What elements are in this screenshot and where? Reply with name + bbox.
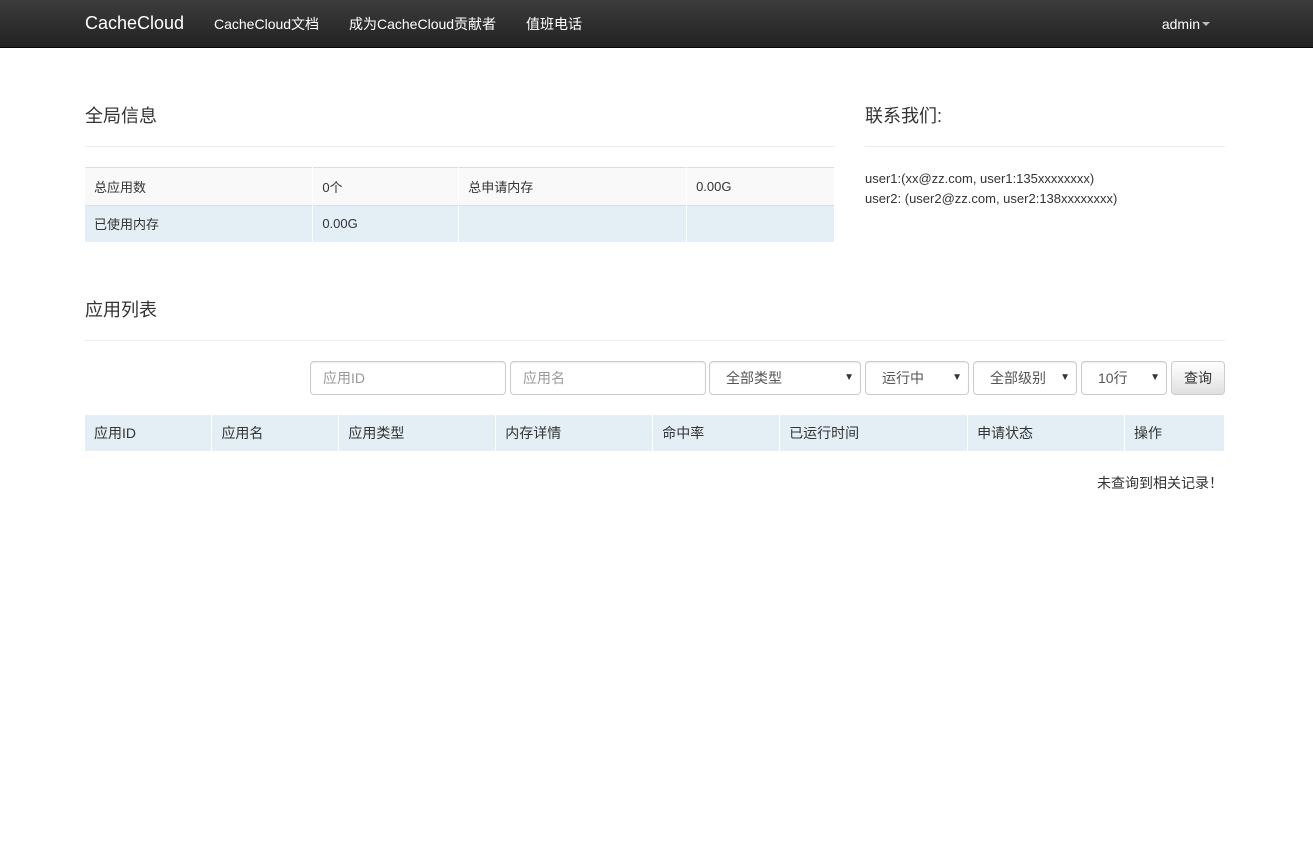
dropdown-arrow-icon: ▼ <box>1060 372 1070 383</box>
nav-link-oncall-phone[interactable]: 值班电话 <box>526 15 582 33</box>
table-row: 已使用内存 0.00G <box>85 205 835 242</box>
app-id-input[interactable] <box>310 361 506 395</box>
app-name-input[interactable] <box>510 361 706 395</box>
table-header-row: 应用ID 应用名 应用类型 内存详情 命中率 已运行时间 申请状态 操作 <box>85 415 1226 451</box>
chevron-down-icon <box>1202 22 1210 27</box>
divider <box>85 146 835 147</box>
app-status-selected: 运行中 <box>882 370 924 386</box>
dropdown-arrow-icon: ▼ <box>1150 372 1160 383</box>
total-requested-memory-label: 总申请内存 <box>458 167 688 206</box>
nav-link-docs[interactable]: CacheCloud文档 <box>214 15 319 33</box>
empty-cell <box>458 205 688 242</box>
empty-result-message: 未查询到相关记录！ <box>1097 475 1223 491</box>
query-button[interactable]: 查询 <box>1171 361 1225 395</box>
contact-line: user1:(xx@zz.com, user1:135xxxxxxxx) <box>865 171 1095 186</box>
global-info-title: 全局信息 <box>85 106 157 126</box>
app-status-select[interactable]: 运行中 ▼ <box>865 361 969 395</box>
column-header-apply-status: 申请状态 <box>967 415 1125 451</box>
app-level-selected: 全部级别 <box>990 370 1046 386</box>
used-memory-value: 0.00G <box>312 205 460 242</box>
app-list-table: 应用ID 应用名 应用类型 内存详情 命中率 已运行时间 申请状态 操作 <box>85 415 1226 451</box>
nav-link-contribute[interactable]: 成为CacheCloud贡献者 <box>349 15 496 33</box>
global-info-table: 总应用数 0个 总申请内存 0.00G 已使用内存 0.00G <box>85 167 835 242</box>
column-header-app-id: 应用ID <box>85 415 213 451</box>
total-apps-label: 总应用数 <box>85 167 314 206</box>
column-header-hit-rate: 命中率 <box>652 415 781 451</box>
dropdown-arrow-icon: ▼ <box>844 372 854 383</box>
app-type-select[interactable]: 全部类型 ▼ <box>709 361 861 395</box>
app-list-title: 应用列表 <box>85 300 157 320</box>
table-row: 总应用数 0个 总申请内存 0.00G <box>85 167 835 206</box>
column-header-app-name: 应用名 <box>211 415 340 451</box>
empty-cell <box>686 205 835 242</box>
column-header-app-type: 应用类型 <box>338 415 497 451</box>
page-size-selected: 10行 <box>1098 370 1128 386</box>
user-name: admin <box>1161 16 1200 32</box>
page-size-select[interactable]: 10行 ▼ <box>1081 361 1167 395</box>
column-header-memory-detail: 内存详情 <box>495 415 654 451</box>
divider <box>865 146 1225 147</box>
brand-link[interactable]: CacheCloud <box>85 13 184 33</box>
dropdown-arrow-icon: ▼ <box>952 372 962 383</box>
contact-line: user2: (user2@zz.com, user2:138xxxxxxxx) <box>865 191 1118 206</box>
column-header-actions: 操作 <box>1124 415 1226 451</box>
app-level-select[interactable]: 全部级别 ▼ <box>973 361 1077 395</box>
divider <box>85 340 1225 341</box>
column-header-uptime: 已运行时间 <box>779 415 969 451</box>
contact-info: user1:(xx@zz.com, user1:135xxxxxxxx) use… <box>865 169 1117 209</box>
user-menu[interactable]: admin <box>1162 15 1210 33</box>
total-apps-value: 0个 <box>312 167 460 206</box>
total-requested-memory-value: 0.00G <box>686 167 835 206</box>
top-navbar: CacheCloud CacheCloud文档 成为CacheCloud贡献者 … <box>0 0 1313 48</box>
app-type-selected: 全部类型 <box>726 370 782 386</box>
contact-title: 联系我们: <box>865 106 943 126</box>
used-memory-label: 已使用内存 <box>85 205 314 242</box>
